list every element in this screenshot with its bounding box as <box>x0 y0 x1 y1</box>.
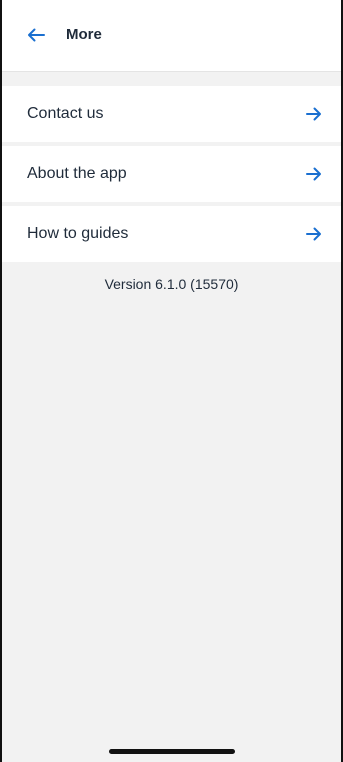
contact-us-label: Contact us <box>27 105 104 122</box>
more-menu-list: Contact us About the app How to guides <box>2 86 341 262</box>
about-the-app-label: About the app <box>27 165 127 182</box>
arrow-right-icon <box>305 105 323 123</box>
home-indicator[interactable] <box>108 749 235 754</box>
how-to-guides-item[interactable]: How to guides <box>2 206 341 262</box>
top-bar: More <box>2 0 341 72</box>
arrow-right-icon <box>305 225 323 243</box>
arrow-right-icon <box>305 165 323 183</box>
app-screen: More Contact us About the app How to gui… <box>0 0 343 762</box>
app-version-text: Version 6.1.0 (15570) <box>104 276 239 292</box>
about-the-app-item[interactable]: About the app <box>2 146 341 202</box>
contact-us-item[interactable]: Contact us <box>2 86 341 142</box>
back-button[interactable] <box>24 23 48 47</box>
how-to-guides-label: How to guides <box>27 225 129 242</box>
arrow-left-icon <box>28 28 45 41</box>
page-title: More <box>66 26 102 43</box>
